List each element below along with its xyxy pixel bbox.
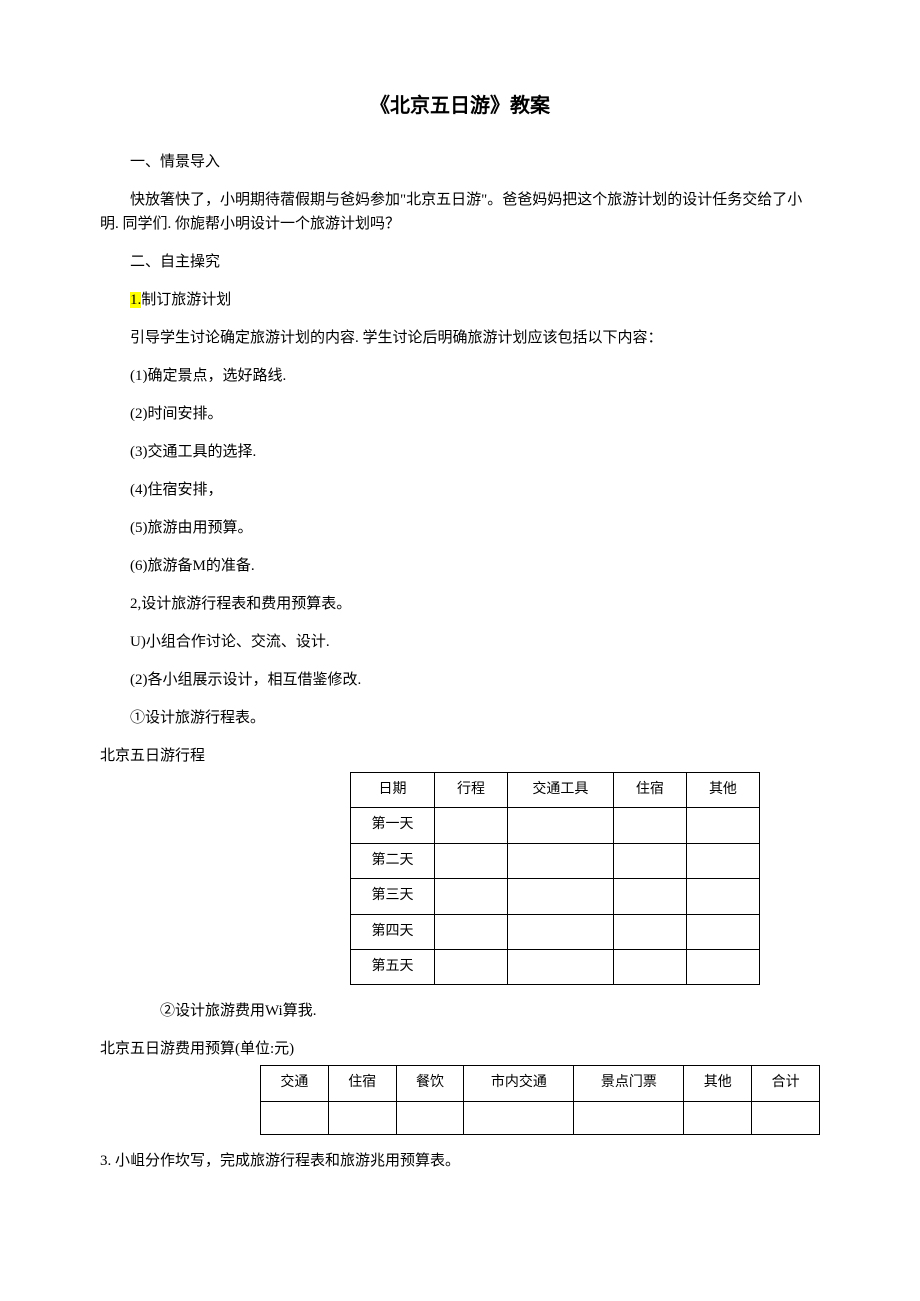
cell-empty [508, 879, 614, 914]
cell-empty [574, 1101, 684, 1134]
section-1-paragraph: 快放箸快了，小明期待蓿假期与爸妈参加"北京五日游"。爸爸妈妈把这个旅游计划的设计… [100, 188, 820, 236]
cell-empty [613, 879, 686, 914]
header-traffic: 交通 [261, 1066, 329, 1101]
cell-empty [686, 949, 759, 984]
cell-empty [613, 808, 686, 843]
cell-empty [508, 914, 614, 949]
header-city-transport: 市内交通 [464, 1066, 574, 1101]
design-step-1: ①设计旅游行程表。 [100, 706, 820, 730]
table-header-row: 日期 行程 交通工具 住宿 其他 [351, 773, 760, 808]
table-row: 第一天 [351, 808, 760, 843]
list-item-1: (1)确定景点，选好路线. [100, 364, 820, 388]
list-item-2: (2)时间安排。 [100, 402, 820, 426]
item-1-text: 制订旅游计划 [141, 292, 231, 308]
page-title: 《北京五日游》教案 [100, 90, 820, 122]
cell-empty [613, 914, 686, 949]
list-item-3: (3)交通工具的选择. [100, 440, 820, 464]
cell-empty [396, 1101, 464, 1134]
highlighted-number: 1. [130, 292, 141, 308]
cell-empty [434, 949, 507, 984]
header-date: 日期 [351, 773, 435, 808]
budget-table-caption: 北京五日游费用预算(单位:元) [100, 1037, 820, 1061]
header-transport: 交通工具 [508, 773, 614, 808]
list-item-6: (6)旅游备M的准备. [100, 554, 820, 578]
design-step-2: ②设计旅游费用Wi算我. [100, 999, 820, 1023]
cell-empty [434, 808, 507, 843]
section-2-item-2: 2,设计旅游行程表和费用预算表。 [100, 592, 820, 616]
header-stay: 住宿 [328, 1066, 396, 1101]
itinerary-table-caption: 北京五日游行程 [100, 744, 820, 768]
header-tickets: 景点门票 [574, 1066, 684, 1101]
section-2-heading: 二、自主操究 [100, 250, 820, 274]
cell-day-1: 第一天 [351, 808, 435, 843]
cell-empty [613, 949, 686, 984]
cell-empty [434, 843, 507, 878]
table-row: 第二天 [351, 843, 760, 878]
table-row: 第五天 [351, 949, 760, 984]
header-trip: 行程 [434, 773, 507, 808]
section-1-heading: 一、情景导入 [100, 150, 820, 174]
header-total: 合计 [752, 1066, 820, 1101]
budget-table: 交通 住宿 餐饮 市内交通 景点门票 其他 合计 [260, 1065, 820, 1134]
cell-empty [508, 808, 614, 843]
cell-empty [508, 843, 614, 878]
table-row [261, 1101, 820, 1134]
cell-day-3: 第三天 [351, 879, 435, 914]
cell-empty [686, 914, 759, 949]
list-item-5: (5)旅游由用预算。 [100, 516, 820, 540]
cell-empty [261, 1101, 329, 1134]
cell-day-2: 第二天 [351, 843, 435, 878]
table-row: 第四天 [351, 914, 760, 949]
section-2-item-1: 1.制订旅游计划 [100, 288, 820, 312]
cell-empty [464, 1101, 574, 1134]
cell-empty [613, 843, 686, 878]
section-2-item-1-desc: 引导学生讨论确定旅游计划的内容. 学生讨论后明确旅游计划应该包括以下内容： [100, 326, 820, 350]
header-other: 其他 [684, 1066, 752, 1101]
cell-day-4: 第四天 [351, 914, 435, 949]
table-header-row: 交通 住宿 餐饮 市内交通 景点门票 其他 合计 [261, 1066, 820, 1101]
section-2-item-2-u: U)小组合作讨论、交流、设计. [100, 630, 820, 654]
cell-empty [434, 914, 507, 949]
table-row: 第三天 [351, 879, 760, 914]
header-food: 餐饮 [396, 1066, 464, 1101]
cell-empty [508, 949, 614, 984]
cell-empty [328, 1101, 396, 1134]
list-item-4: (4)住宿安排， [100, 478, 820, 502]
header-stay: 住宿 [613, 773, 686, 808]
cell-empty [686, 808, 759, 843]
cell-empty [686, 879, 759, 914]
header-other: 其他 [686, 773, 759, 808]
cell-empty [434, 879, 507, 914]
section-3: 3. 小岨分作坎写，完成旅游行程表和旅游兆用预算表。 [100, 1149, 820, 1173]
itinerary-table: 日期 行程 交通工具 住宿 其他 第一天 第二天 第三天 第四天 第五天 [350, 772, 760, 985]
cell-empty [684, 1101, 752, 1134]
cell-empty [752, 1101, 820, 1134]
cell-day-5: 第五天 [351, 949, 435, 984]
section-2-item-2-2: (2)各小组展示设计，相互借鉴修改. [100, 668, 820, 692]
cell-empty [686, 843, 759, 878]
